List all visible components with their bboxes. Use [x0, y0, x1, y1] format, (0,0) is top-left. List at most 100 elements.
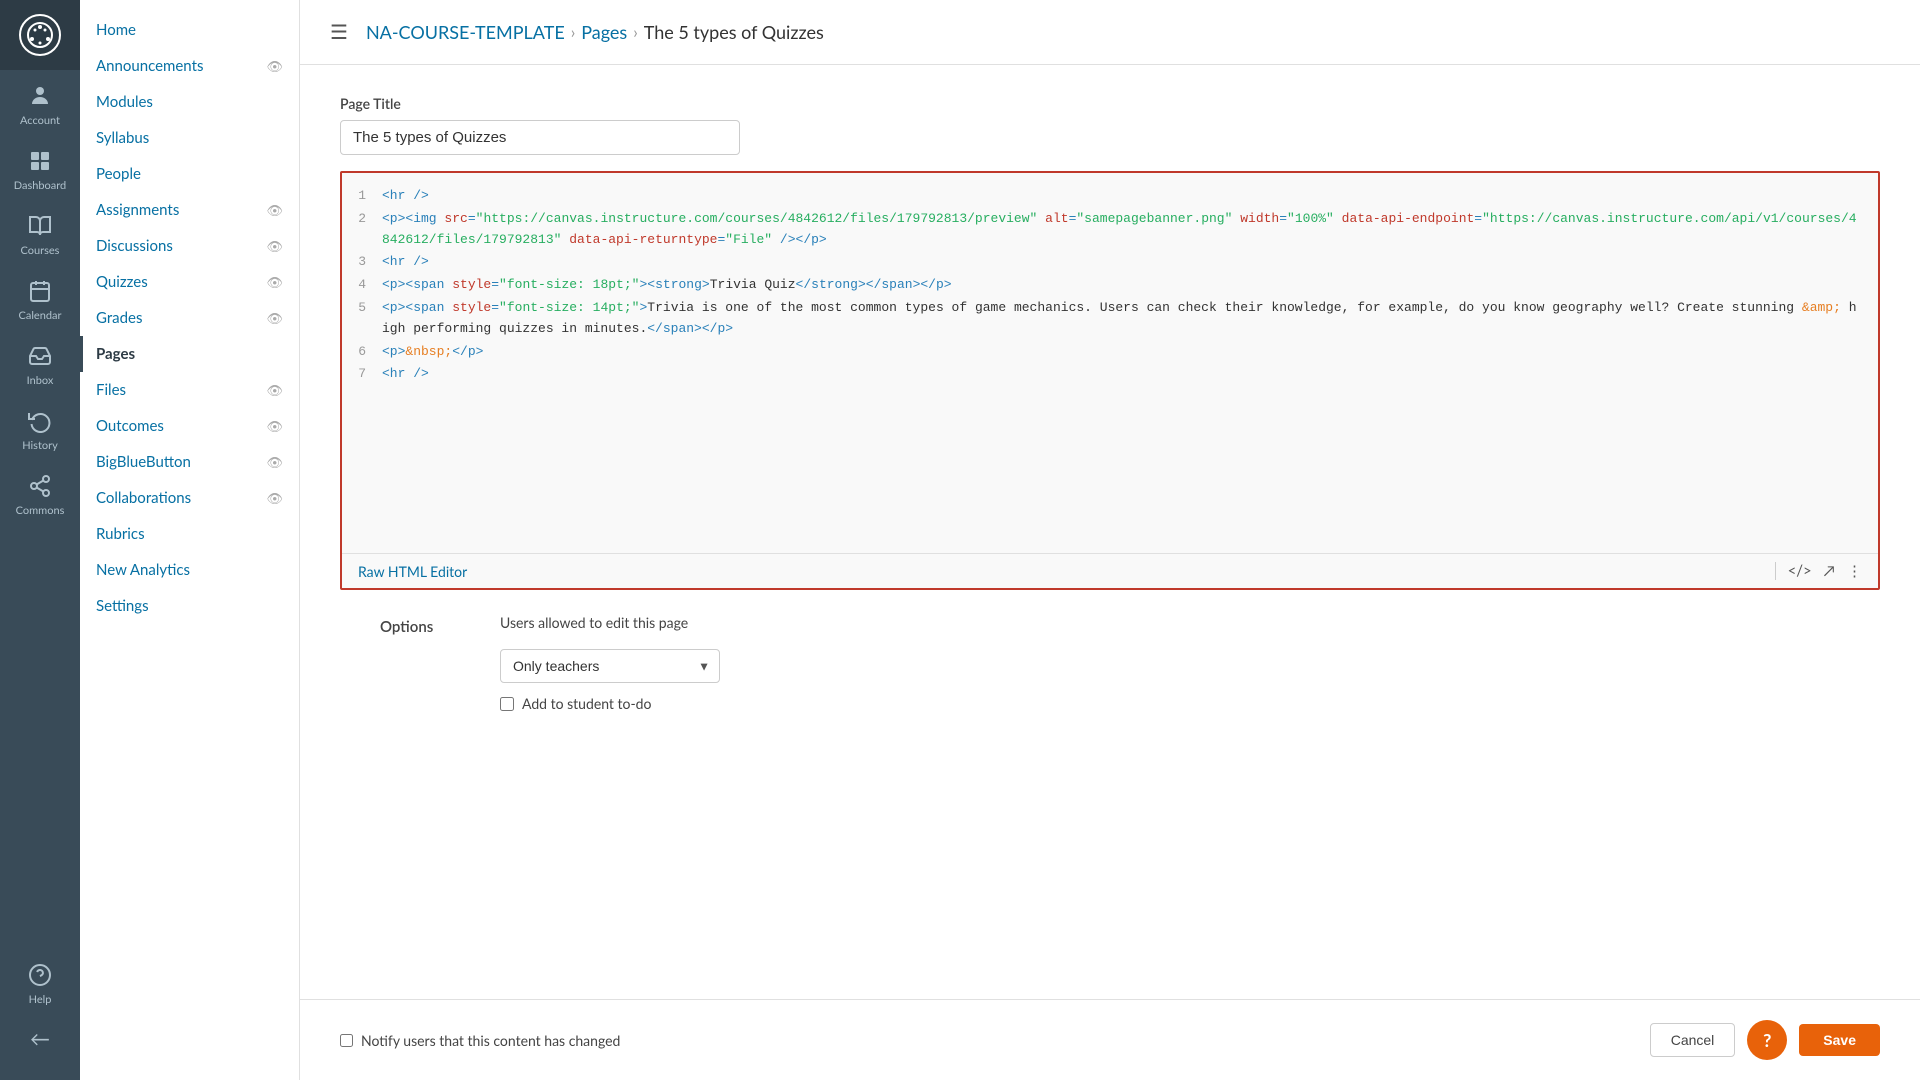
raw-html-bar: Raw HTML Editor </> ↗ ⋮: [342, 553, 1878, 588]
footer-buttons: Cancel ? Save: [1650, 1020, 1880, 1060]
eye-icon-grades: 👁: [266, 310, 283, 327]
breadcrumb-current-page: The 5 types of Quizzes: [644, 21, 824, 43]
sidebar-item-dashboard[interactable]: Dashboard: [0, 135, 80, 200]
sidebar-item-outcomes[interactable]: Outcomes 👁: [80, 408, 299, 444]
sidebar-item-history[interactable]: History: [0, 395, 80, 460]
help-button[interactable]: ?: [1747, 1020, 1787, 1060]
sidebar-item-modules[interactable]: Modules: [80, 84, 299, 120]
code-line-3: 3<hr />: [342, 251, 1878, 274]
sidebar-item-quizzes[interactable]: Quizzes 👁: [80, 264, 299, 300]
expand-icon[interactable]: ↗: [1824, 562, 1835, 580]
student-todo-row: Add to student to-do: [500, 695, 720, 712]
code-view-icon[interactable]: </>: [1788, 562, 1812, 580]
code-line-1: 1<hr />: [342, 185, 1878, 208]
courses-icon: [26, 212, 54, 240]
edit-permission-wrapper: Only teachers Teachers and students Anyo…: [500, 649, 720, 683]
icon-nav-bottom: Help ←: [0, 949, 80, 1080]
edit-permission-label: Users allowed to edit this page: [500, 614, 720, 631]
icon-navigation: Account Dashboard Courses Calendar Inbox…: [0, 0, 80, 1080]
options-label: Options: [380, 614, 460, 636]
notify-row: Notify users that this content has chang…: [340, 1032, 620, 1049]
course-sidebar: Home Announcements 👁 Modules Syllabus Pe…: [80, 0, 300, 1080]
breadcrumb-sep-1: ›: [571, 23, 576, 42]
sidebar-item-assignments[interactable]: Assignments 👁: [80, 192, 299, 228]
sidebar-item-settings[interactable]: Settings: [80, 588, 299, 624]
sidebar-item-discussions[interactable]: Discussions 👁: [80, 228, 299, 264]
sidebar-item-pages[interactable]: Pages: [80, 336, 299, 372]
line-number: 2: [342, 209, 382, 230]
cancel-button[interactable]: Cancel: [1650, 1023, 1736, 1057]
person-icon: [26, 82, 54, 110]
calendar-icon: [26, 277, 54, 305]
sidebar-item-bigbluebutton[interactable]: BigBlueButton 👁: [80, 444, 299, 480]
more-options-icon[interactable]: ⋮: [1847, 562, 1862, 580]
edit-permission-select[interactable]: Only teachers Teachers and students Anyo…: [500, 649, 720, 683]
breadcrumb-course[interactable]: NA-COURSE-TEMPLATE: [366, 21, 565, 43]
eye-icon-outcomes: 👁: [266, 418, 283, 435]
raw-html-editor-label[interactable]: Raw HTML Editor: [358, 563, 467, 580]
notify-label: Notify users that this content has chang…: [361, 1032, 620, 1049]
sidebar-item-home[interactable]: Home: [80, 12, 299, 48]
sidebar-item-courses[interactable]: Courses: [0, 200, 80, 265]
eye-icon-announcements: 👁: [266, 58, 283, 75]
page-title-label: Page Title: [340, 95, 1880, 112]
eye-icon-files: 👁: [266, 382, 283, 399]
code-line-5: 5<p><span style="font-size: 14pt;">Trivi…: [342, 297, 1878, 341]
line-content: <hr />: [382, 252, 1878, 273]
sidebar-item-grades[interactable]: Grades 👁: [80, 300, 299, 336]
code-line-6: 6<p>&nbsp;</p>: [342, 341, 1878, 364]
sidebar-item-commons[interactable]: Commons: [0, 460, 80, 525]
app-logo[interactable]: [0, 0, 80, 70]
inbox-icon: [26, 342, 54, 370]
code-editor-container: 1<hr />2<p><img src="https://canvas.inst…: [340, 171, 1880, 590]
sidebar-item-collaborations[interactable]: Collaborations 👁: [80, 480, 299, 516]
raw-html-toolbar: </> ↗ ⋮: [1775, 562, 1862, 580]
top-bar: ☰ NA-COURSE-TEMPLATE › Pages › The 5 typ…: [300, 0, 1920, 65]
sidebar-item-syllabus[interactable]: Syllabus: [80, 120, 299, 156]
breadcrumb-section[interactable]: Pages: [581, 21, 627, 43]
collapse-nav-button[interactable]: ←: [0, 1014, 80, 1064]
sidebar-item-account[interactable]: Account: [0, 70, 80, 135]
sidebar-item-calendar[interactable]: Calendar: [0, 265, 80, 330]
breadcrumb: NA-COURSE-TEMPLATE › Pages › The 5 types…: [366, 21, 824, 43]
code-editor[interactable]: 1<hr />2<p><img src="https://canvas.inst…: [342, 173, 1878, 553]
notify-checkbox[interactable]: [340, 1034, 353, 1047]
sidebar-item-rubrics[interactable]: Rubrics: [80, 516, 299, 552]
eye-icon-collaborations: 👁: [266, 490, 283, 507]
page-form: Page Title 1<hr />2<p><img src="https://…: [300, 65, 1920, 999]
line-content: <p><img src="https://canvas.instructure.…: [382, 209, 1878, 251]
footer-section: Notify users that this content has chang…: [300, 999, 1920, 1080]
code-line-2: 2<p><img src="https://canvas.instructure…: [342, 208, 1878, 252]
sidebar-item-new-analytics[interactable]: New Analytics: [80, 552, 299, 588]
hamburger-menu-button[interactable]: ☰: [330, 20, 348, 44]
code-line-7: 7<hr />: [342, 363, 1878, 386]
eye-icon-assignments: 👁: [266, 202, 283, 219]
canvas-logo-icon: [26, 21, 54, 49]
line-number: 5: [342, 298, 382, 319]
sidebar-item-people[interactable]: People: [80, 156, 299, 192]
commons-icon: [26, 472, 54, 500]
history-icon: [26, 407, 54, 435]
eye-icon-bigbluebutton: 👁: [266, 454, 283, 471]
line-content: <hr />: [382, 186, 1878, 207]
code-line-4: 4<p><span style="font-size: 18pt;"><stro…: [342, 274, 1878, 297]
student-todo-label: Add to student to-do: [522, 695, 651, 712]
toolbar-divider: [1775, 562, 1776, 580]
logo-circle: [19, 14, 61, 56]
student-todo-checkbox[interactable]: [500, 697, 514, 711]
line-number: 1: [342, 186, 382, 207]
breadcrumb-sep-2: ›: [633, 23, 638, 42]
line-content: <p><span style="font-size: 18pt;"><stron…: [382, 275, 1878, 296]
line-content: <p><span style="font-size: 14pt;">Trivia…: [382, 298, 1878, 340]
line-number: 4: [342, 275, 382, 296]
save-button[interactable]: Save: [1799, 1024, 1880, 1056]
page-title-input[interactable]: [340, 120, 740, 155]
sidebar-item-announcements[interactable]: Announcements 👁: [80, 48, 299, 84]
sidebar-item-inbox[interactable]: Inbox: [0, 330, 80, 395]
line-number: 6: [342, 342, 382, 363]
options-section: Options Users allowed to edit this page …: [340, 590, 1880, 736]
sidebar-item-files[interactable]: Files 👁: [80, 372, 299, 408]
line-number: 3: [342, 252, 382, 273]
sidebar-item-help[interactable]: Help: [0, 949, 80, 1014]
eye-icon-quizzes: 👁: [266, 274, 283, 291]
